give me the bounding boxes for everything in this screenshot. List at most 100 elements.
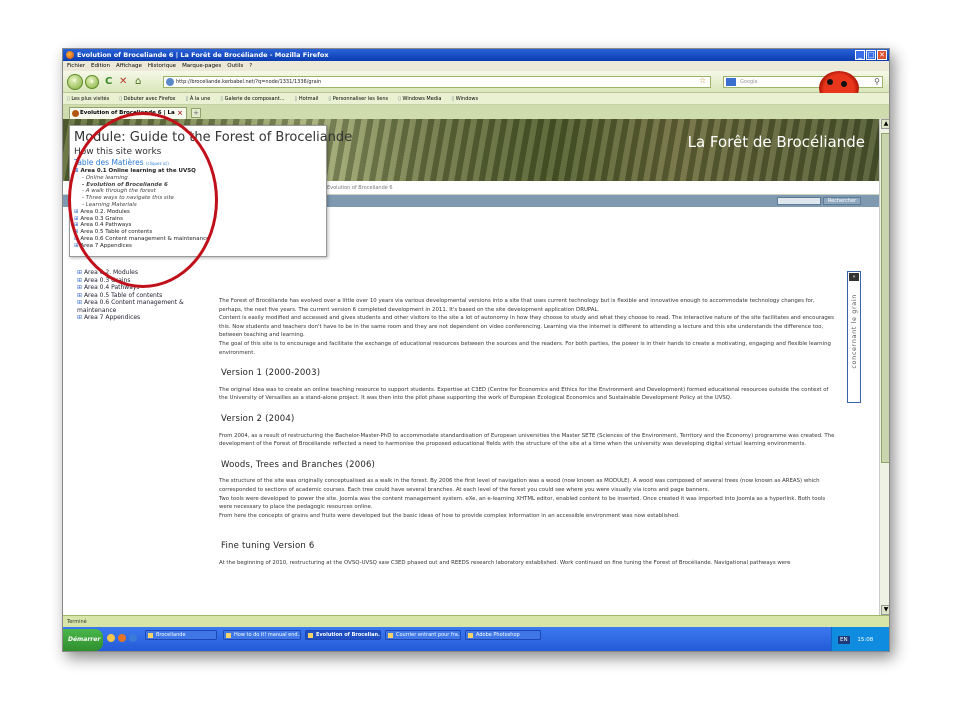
breadcrumb-current[interactable]: Evolution of Broceliande 6	[327, 185, 393, 191]
toc-subitem[interactable]: - Online learning	[74, 175, 326, 182]
site-search-button[interactable]: Rechercher	[823, 197, 861, 205]
window-title: Evolution of Broceliande 6 | La Forêt de…	[77, 51, 329, 59]
status-bar: Terminé	[63, 615, 889, 627]
search-icon[interactable]: ⚲	[874, 77, 880, 87]
popup-title: Module: Guide to the Forest of Brocelian…	[74, 130, 353, 145]
minimize-button[interactable]: _	[855, 50, 865, 60]
bookmark-item[interactable]: Windows	[451, 93, 478, 104]
close-tab-icon[interactable]: ×	[177, 108, 183, 119]
window-controls: _ □ ✕	[855, 50, 887, 60]
intro-paragraph: Content is easily modified and accessed …	[219, 315, 834, 339]
leftnav-item-modules[interactable]: Area 0.2. Modules	[77, 269, 217, 277]
quick-launch-icon[interactable]	[118, 634, 126, 642]
section-heading-version-1: Version 1 (2000-2003)	[221, 368, 321, 379]
toc-hint: (cliquez ici)	[145, 161, 169, 166]
toc-link[interactable]: Table des Matières (cliquez ici)	[74, 158, 326, 168]
home-icon[interactable]: ⌂	[135, 76, 141, 88]
toc-area[interactable]: Area 0.3 Grains	[74, 216, 326, 223]
tab-strip: Evolution of Broceliande 6 | La Forêt ..…	[63, 105, 889, 127]
close-button[interactable]: ✕	[877, 50, 887, 60]
bookmark-item[interactable]: Windows Media	[398, 93, 441, 104]
taskbar-item-firefox[interactable]: Evolution of Brocelian...	[305, 630, 381, 640]
menu-fichier[interactable]: Fichier	[67, 61, 85, 71]
toc-subitem[interactable]: - Learning Materials	[74, 202, 326, 209]
search-placeholder: Google	[740, 79, 758, 85]
bookmark-star-icon[interactable]: ☆	[699, 76, 706, 85]
leftnav-item-grains[interactable]: Area 0.3 Grains	[77, 277, 217, 285]
tab-active[interactable]: Evolution of Broceliande 6 | La Forêt ..…	[69, 107, 187, 127]
quick-launch	[107, 634, 137, 642]
menu-edition[interactable]: Edition	[91, 61, 110, 71]
menu-historique[interactable]: Historique	[148, 61, 176, 71]
taskbar-item-broceliande[interactable]: Broceliande	[145, 630, 217, 640]
back-button[interactable]: ‹	[67, 74, 83, 90]
quick-launch-icon[interactable]	[129, 634, 137, 642]
toc-subitem[interactable]: - A walk through the forest	[74, 188, 326, 195]
menu-help[interactable]: ?	[249, 61, 252, 71]
url-text: http://broceliande.kerbabel.net/?q=node/…	[176, 79, 322, 85]
toc-subitem[interactable]: - Three ways to navigate this site	[74, 195, 326, 202]
intro-paragraph: The goal of this site is to encourage an…	[219, 340, 831, 356]
menu-affichage[interactable]: Affichage	[116, 61, 142, 71]
bookmark-item[interactable]: Hotmail	[295, 93, 319, 104]
bookmark-item[interactable]: À la une	[186, 93, 210, 104]
bookmark-item[interactable]: Les plus visités	[67, 93, 109, 104]
bookmark-item[interactable]: Débuter avec Firefox	[119, 93, 176, 104]
section-heading-version-2: Version 2 (2004)	[221, 413, 295, 424]
start-button[interactable]: Démarrer	[63, 629, 103, 651]
new-tab-button[interactable]: +	[191, 108, 201, 118]
forward-button[interactable]: ›	[85, 75, 99, 89]
maximize-button[interactable]: □	[866, 50, 876, 60]
section-heading-woods: Woods, Trees and Branches (2006)	[221, 459, 376, 470]
url-bar[interactable]: http://broceliande.kerbabel.net/?q=node/…	[163, 76, 711, 88]
clock: 15:08	[857, 637, 874, 643]
toc-area[interactable]: Area 0.4 Pathways	[74, 222, 326, 229]
toc-label: Table des Matières	[74, 158, 144, 167]
favicon-icon	[72, 110, 79, 117]
main-article: The Forest of Brocéliande has evolved ov…	[219, 297, 835, 567]
toc-area[interactable]: Area 0.6 Content management & maintenanc…	[74, 236, 326, 243]
firefox-icon	[66, 51, 74, 59]
site-search-input[interactable]	[777, 197, 821, 205]
toc-area[interactable]: Area 0.2. Modules	[74, 209, 326, 216]
leftnav-item-appendices[interactable]: Area 7 Appendices	[77, 314, 217, 322]
toc-area[interactable]: Area 7 Appendices	[74, 243, 326, 250]
reload-icon[interactable]: C	[105, 76, 112, 88]
toc-area[interactable]: Area 0.5 Table of contents	[74, 229, 326, 236]
scroll-up-icon[interactable]: ▲	[881, 119, 889, 129]
vertical-scrollbar[interactable]: ▲ ▼	[879, 119, 889, 615]
toc-subitem-current[interactable]: - Evolution of Broceliande 6	[74, 182, 326, 189]
leftnav-item-toc[interactable]: Area 0.5 Table of contents	[77, 292, 217, 300]
leftnav-item-content-management[interactable]: Area 0.6 Content management & maintenanc…	[77, 299, 217, 314]
bookmark-item[interactable]: Galerie de composant...	[220, 93, 285, 104]
taskbar-item-photoshop[interactable]: Adobe Photoshop	[465, 630, 541, 640]
side-panel-tab[interactable]: « concernant le grain	[847, 271, 861, 403]
taskbar-item-mail[interactable]: Courrier entrant pour fra...	[385, 630, 461, 640]
toc-popup: Module: Guide to the Forest of Brocelian…	[69, 125, 353, 257]
window-titlebar: Evolution of Broceliande 6 | La Forêt de…	[63, 49, 889, 61]
toc-area-online-learning[interactable]: Area 0.1 Online learning at the UVSQ	[74, 168, 326, 175]
intro-paragraph: The Forest of Brocéliande has evolved ov…	[219, 298, 815, 313]
scrollbar-thumb[interactable]	[881, 133, 889, 463]
section-paragraph: From 2004, as a result of restructuring …	[219, 432, 835, 448]
menu-marque-pages[interactable]: Marque-pages	[182, 61, 221, 71]
windows-taskbar: Démarrer Broceliande How to do it! manua…	[63, 627, 889, 651]
language-indicator[interactable]: EN	[838, 636, 850, 644]
status-text: Terminé	[67, 619, 87, 625]
menu-outils[interactable]: Outils	[227, 61, 243, 71]
stop-icon[interactable]: ✕	[119, 76, 127, 88]
section-paragraph: From here the concepts of grains and fru…	[219, 512, 680, 519]
section-paragraph: At the beginning of 2010, restructuring …	[219, 559, 791, 566]
search-bar[interactable]: Google ⚲	[723, 76, 883, 88]
site-title[interactable]: La Forêt de Brocéliande	[688, 133, 865, 151]
bookmark-item[interactable]: Personnaliser les liens	[328, 93, 388, 104]
collapse-arrow-icon[interactable]: «	[849, 273, 859, 281]
leftnav-item-pathways[interactable]: Area 0.4 Pathways	[77, 284, 217, 292]
taskbar-item-manual[interactable]: How to do it! manual end...	[223, 630, 301, 640]
page-content: Area 0.2. Modules Area 0.3 Grains Area 0…	[63, 207, 879, 615]
scroll-down-icon[interactable]: ▼	[881, 605, 889, 615]
quick-launch-icon[interactable]	[107, 634, 115, 642]
browser-window: Evolution of Broceliande 6 | La Forêt de…	[62, 48, 890, 652]
navigation-toolbar: ‹ › C ✕ ⌂ http://broceliande.kerbabel.ne…	[63, 71, 889, 93]
site-identity-icon	[166, 78, 174, 86]
